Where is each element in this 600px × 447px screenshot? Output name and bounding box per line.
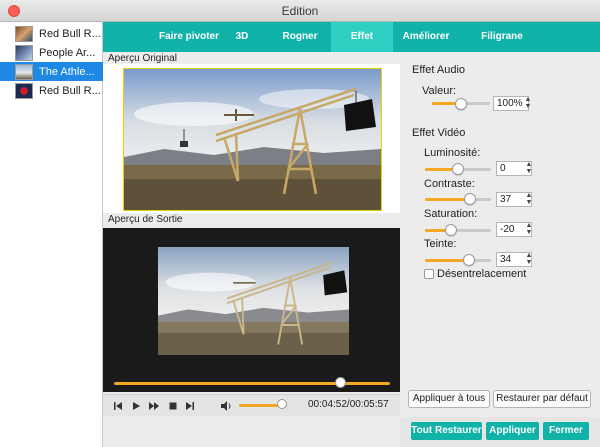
contrast-slider-handle[interactable] — [463, 193, 476, 205]
file-name: The Athle... — [39, 65, 95, 78]
apply-button[interactable]: Appliquer — [486, 422, 539, 440]
tab-effect[interactable]: Effet — [331, 22, 393, 52]
hue-label: Teinte: — [424, 238, 457, 250]
audio-value-slider-handle[interactable] — [455, 98, 467, 110]
tab-enhance[interactable]: Améliorer — [395, 22, 457, 52]
window-title: Edition — [281, 4, 319, 18]
audio-effect-title: Effet Audio — [412, 64, 466, 76]
contrast-stepper-arrows[interactable]: ▲ ▼ — [525, 192, 533, 207]
file-thumbnail — [15, 63, 33, 80]
file-thumbnail — [15, 44, 33, 61]
file-item[interactable]: Red Bull R... — [0, 24, 103, 43]
brightness-label: Luminosité: — [424, 147, 481, 159]
volume-icon[interactable] — [219, 399, 233, 413]
title-bar: Edition — [0, 0, 600, 22]
brightness-slider-handle[interactable] — [452, 163, 464, 175]
file-name: People Ar... — [39, 46, 96, 59]
skip-back-icon[interactable] — [111, 399, 125, 413]
tab-watermark[interactable]: Filigrane — [467, 22, 537, 52]
stop-icon[interactable] — [166, 399, 180, 413]
original-video-frame — [123, 68, 382, 211]
saturation-label: Saturation: — [424, 208, 478, 220]
playback-progress-bar[interactable] — [114, 382, 390, 385]
file-item-selected[interactable]: The Athle... — [0, 62, 103, 81]
restore-all-button[interactable]: Tout Restaurer — [411, 422, 482, 440]
timecode: 00:04:52/00:05:57 — [308, 399, 389, 410]
apply-to-all-button[interactable]: Appliquer à tous — [408, 390, 490, 408]
file-name: Red Bull R... — [39, 84, 101, 97]
edition-window: Edition Red Bull R... People Ar... The A… — [0, 0, 600, 447]
hue-slider-handle[interactable] — [463, 254, 476, 266]
play-icon[interactable] — [129, 399, 143, 413]
contrast-slider[interactable] — [425, 198, 491, 201]
restore-default-button[interactable]: Restaurer par défaut — [493, 390, 591, 408]
deinterlace-checkbox[interactable] — [424, 269, 434, 279]
hue-slider[interactable] — [425, 259, 491, 262]
original-preview — [103, 64, 400, 213]
tab-3d[interactable]: 3D — [223, 22, 261, 52]
close-button[interactable]: Fermer — [543, 422, 589, 440]
file-thumbnail — [15, 25, 33, 42]
fast-forward-icon[interactable] — [147, 399, 161, 413]
tab-rotate[interactable]: Faire pivoter — [158, 22, 220, 52]
hue-stepper-arrows[interactable]: ▲ ▼ — [525, 252, 533, 267]
deinterlace-label: Désentrelacement — [437, 268, 527, 280]
file-list: Red Bull R... People Ar... The Athle... … — [0, 22, 103, 447]
output-preview — [103, 228, 400, 392]
contrast-label: Contraste: — [424, 178, 475, 190]
file-thumbnail — [15, 82, 33, 99]
saturation-stepper-arrows[interactable]: ▲ ▼ — [525, 222, 533, 237]
output-preview-label: Aperçu de Sortie — [108, 214, 183, 225]
audio-value-label: Valeur: — [422, 85, 457, 97]
saturation-slider-handle[interactable] — [445, 224, 458, 236]
audio-value-stepper-arrows[interactable]: ▲ ▼ — [524, 96, 532, 111]
output-video-frame — [157, 246, 350, 356]
edit-tabs: Faire pivoter 3D Rogner Effet Améliorer … — [103, 22, 600, 52]
file-item[interactable]: People Ar... — [0, 43, 103, 62]
tab-crop[interactable]: Rogner — [269, 22, 331, 52]
original-preview-label: Aperçu Original — [108, 53, 177, 64]
saturation-slider[interactable] — [425, 229, 491, 232]
brightness-stepper-arrows[interactable]: ▲ ▼ — [525, 161, 533, 176]
video-effect-title: Effet Vidéo — [412, 127, 466, 139]
file-name: Red Bull R... — [39, 27, 101, 40]
file-item[interactable]: Red Bull R... — [0, 81, 103, 100]
skip-forward-icon[interactable] — [183, 399, 197, 413]
